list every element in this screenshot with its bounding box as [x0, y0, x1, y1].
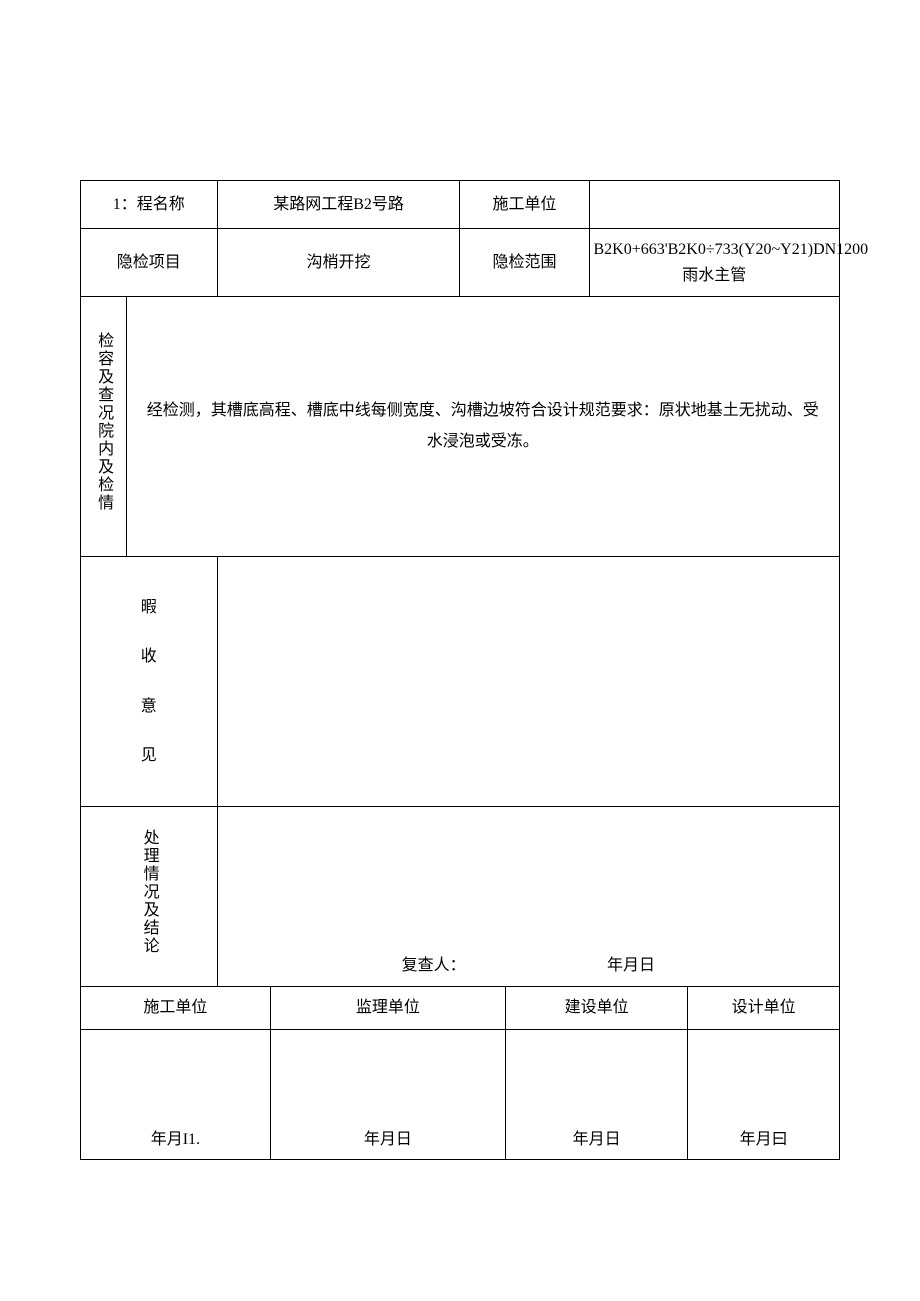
- inspection-scope-label: 隐检范围: [460, 229, 589, 297]
- inspection-form-table: 1：程名称 某路网工程B2号路 施工单位 隐检项目 沟梢开挖 隐检范围 B2K0…: [80, 180, 840, 1160]
- project-name-value: 某路网工程B2号路: [217, 181, 460, 229]
- sig-owner-label: 建设单位: [506, 987, 688, 1030]
- acceptance-body: [217, 557, 839, 807]
- sig-construction-date: 年月I1.: [81, 1029, 271, 1159]
- sig-construction-label: 施工单位: [81, 987, 271, 1030]
- inspection-item-label: 隐检项目: [81, 229, 218, 297]
- reviewer-label: 复查人：: [402, 953, 466, 979]
- conclusion-side-label: 处理情况及结论: [81, 807, 218, 987]
- sig-supervision-date: 年月日: [270, 1029, 505, 1159]
- acceptance-side-label: 暇 收 意 见: [81, 557, 218, 807]
- conclusion-body: 复查人： 年月日: [217, 807, 839, 987]
- project-name-label: 1：程名称: [81, 181, 218, 229]
- inspection-side-label: 检容及查况院内及检情: [81, 297, 127, 557]
- sig-design-label: 设计单位: [688, 987, 840, 1030]
- sig-design-date: 年月曰: [688, 1029, 840, 1159]
- sig-owner-date: 年月日: [506, 1029, 688, 1159]
- construction-unit-value: [589, 181, 840, 229]
- inspection-body: 经检测，其槽底高程、槽底中线每侧宽度、沟槽边坡符合设计规范要求：原状地基土无扰动…: [126, 297, 839, 557]
- inspection-scope-value: B2K0+663'B2K0÷733(Y20~Y21)DN1200雨水主管: [589, 229, 840, 297]
- conclusion-date-label: 年月日: [607, 953, 655, 979]
- sig-supervision-label: 监理单位: [270, 987, 505, 1030]
- inspection-item-value: 沟梢开挖: [217, 229, 460, 297]
- construction-unit-label: 施工单位: [460, 181, 589, 229]
